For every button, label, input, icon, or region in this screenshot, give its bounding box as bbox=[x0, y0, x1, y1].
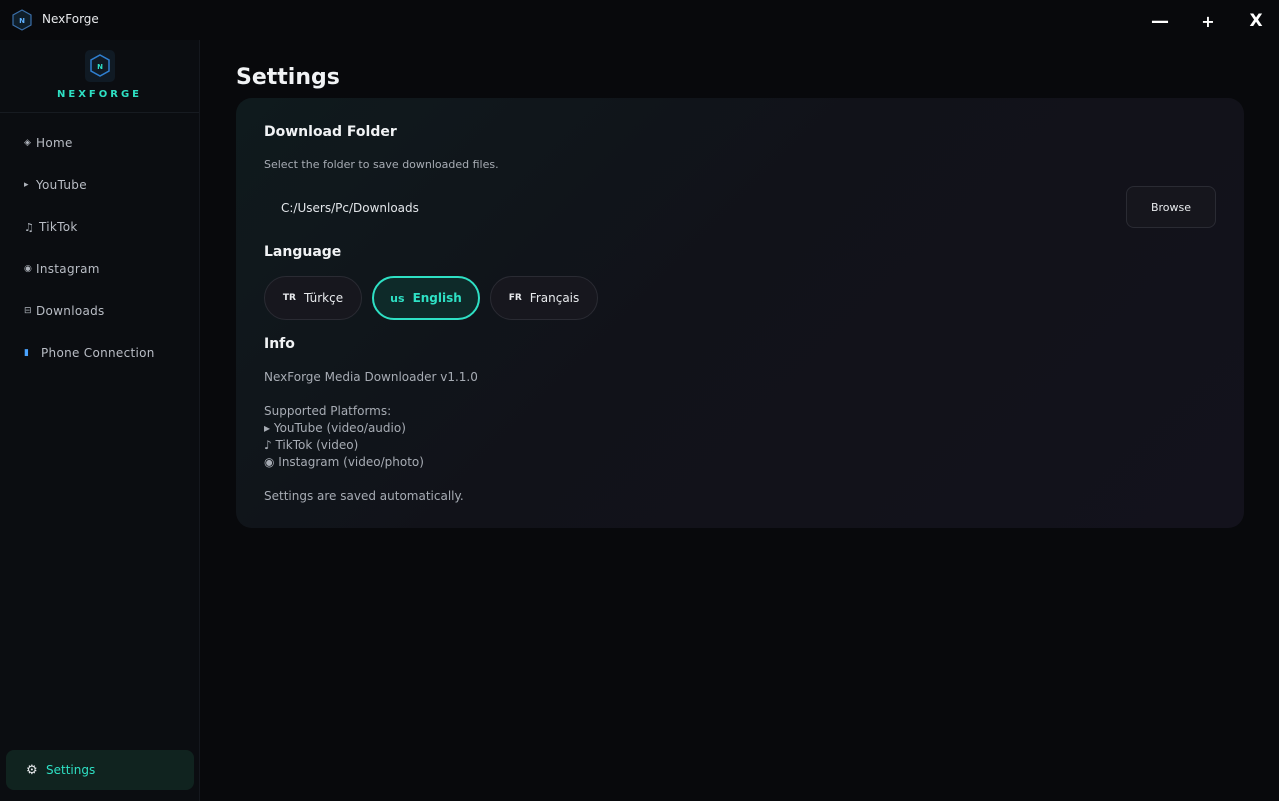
sidebar-item-label: Downloads bbox=[36, 304, 105, 318]
supported-platforms-heading: Supported Platforms: bbox=[264, 404, 392, 418]
sidebar-item-label: YouTube bbox=[36, 178, 87, 192]
sidebar: N NEXFORGE ◈ Home ▸ YouTube ♫ TikTok ◉ I… bbox=[0, 40, 200, 801]
close-button[interactable]: X bbox=[1240, 8, 1272, 34]
sidebar-brand: N NEXFORGE bbox=[0, 40, 199, 113]
language-option-label: English bbox=[412, 291, 462, 305]
app-title: NexForge bbox=[42, 12, 99, 26]
sidebar-item-label: Instagram bbox=[36, 262, 100, 276]
instagram-icon: ◉ bbox=[24, 264, 33, 274]
title-bar: N NexForge — + X bbox=[0, 0, 1279, 40]
autosave-note: Settings are saved automatically. bbox=[264, 489, 464, 503]
sidebar-item-downloads[interactable]: ⊟ Downloads bbox=[0, 296, 199, 326]
minimize-button[interactable]: — bbox=[1144, 8, 1176, 34]
platform-instagram: ◉ Instagram (video/photo) bbox=[264, 455, 424, 469]
platform-tiktok: ♪ TikTok (video) bbox=[264, 438, 359, 452]
play-icon: ▸ bbox=[24, 180, 29, 190]
gear-icon: ⚙ bbox=[26, 762, 38, 778]
info-heading: Info bbox=[264, 336, 295, 352]
download-folder-input[interactable] bbox=[266, 194, 1106, 222]
main-content: Settings Download Folder Select the fold… bbox=[200, 40, 1279, 801]
platform-youtube: ▸ YouTube (video/audio) bbox=[264, 421, 406, 435]
sidebar-item-phone-connection[interactable]: ▮ Phone Connection bbox=[0, 338, 199, 368]
music-note-icon: ♫ bbox=[24, 220, 35, 234]
language-option-label: Français bbox=[529, 291, 580, 305]
language-option-label: Türkçe bbox=[303, 291, 344, 305]
language-heading: Language bbox=[264, 244, 342, 260]
flag-tr-icon: TR bbox=[282, 293, 296, 303]
phone-icon: ▮ bbox=[24, 348, 30, 358]
page-title: Settings bbox=[236, 65, 340, 90]
language-option-english[interactable]: us English bbox=[372, 276, 480, 320]
sidebar-item-settings[interactable]: ⚙ Settings bbox=[6, 750, 194, 790]
sidebar-item-label: Home bbox=[36, 136, 73, 150]
sidebar-item-label: TikTok bbox=[39, 220, 78, 234]
svg-text:N: N bbox=[97, 63, 103, 71]
sidebar-item-label: Settings bbox=[46, 763, 96, 777]
browse-button[interactable]: Browse bbox=[1126, 186, 1216, 228]
language-option-turkish[interactable]: TR Türkçe bbox=[264, 276, 362, 320]
download-folder-description: Select the folder to save downloaded fil… bbox=[264, 158, 499, 171]
sidebar-item-label: Phone Connection bbox=[41, 346, 155, 360]
settings-card: Download Folder Select the folder to sav… bbox=[236, 98, 1244, 528]
app-version-text: NexForge Media Downloader v1.1.0 bbox=[264, 370, 478, 384]
flag-us-icon: us bbox=[390, 291, 405, 305]
sidebar-item-tiktok[interactable]: ♫ TikTok bbox=[0, 212, 199, 242]
sidebar-item-home[interactable]: ◈ Home bbox=[0, 128, 199, 158]
flag-fr-icon: FR bbox=[508, 293, 522, 303]
sidebar-item-youtube[interactable]: ▸ YouTube bbox=[0, 170, 199, 200]
language-option-french[interactable]: FR Français bbox=[490, 276, 598, 320]
brand-logo-icon: N bbox=[85, 50, 115, 82]
sidebar-item-instagram[interactable]: ◉ Instagram bbox=[0, 254, 199, 284]
brand-name: NEXFORGE bbox=[57, 89, 142, 100]
downloads-icon: ⊟ bbox=[24, 306, 32, 316]
app-logo-icon: N bbox=[12, 9, 32, 31]
svg-text:N: N bbox=[19, 17, 25, 25]
download-folder-heading: Download Folder bbox=[264, 124, 397, 140]
maximize-button[interactable]: + bbox=[1192, 8, 1224, 34]
diamond-icon: ◈ bbox=[24, 138, 32, 148]
